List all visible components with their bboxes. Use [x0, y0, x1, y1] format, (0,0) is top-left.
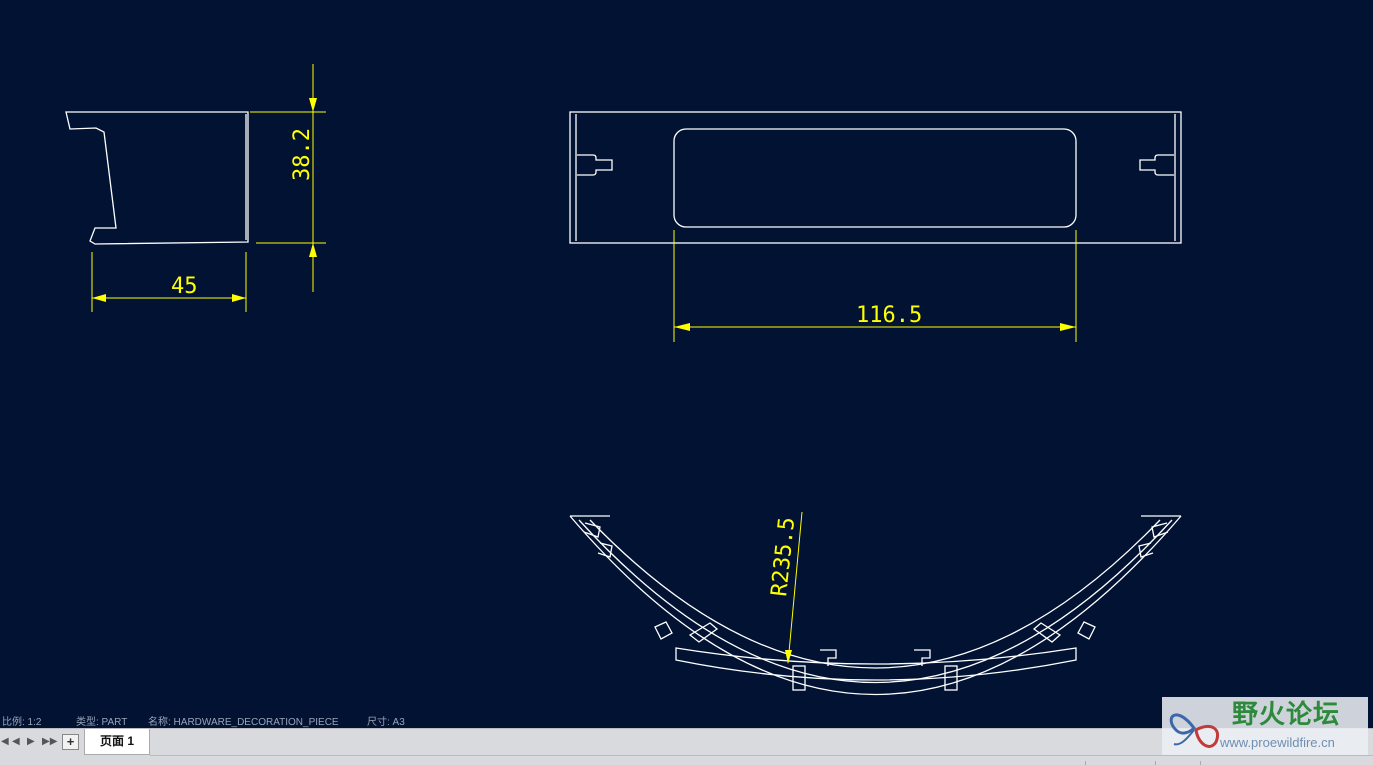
dim-length-label: 116.5: [856, 303, 922, 328]
drawing-canvas[interactable]: 38.2 45 116.5 R235.5: [0, 0, 1373, 730]
first-page-icon[interactable]: ◀: [1, 736, 9, 747]
tab-page-1[interactable]: 页面 1: [84, 729, 150, 755]
status-divider: [1155, 761, 1156, 765]
status-divider: [1085, 761, 1086, 765]
status-divider: [1200, 761, 1201, 765]
name-text: 名称: HARDWARE_DECORATION_PIECE: [148, 717, 339, 728]
last-page-icon[interactable]: ▶▶: [42, 736, 57, 747]
side-view: 38.2 45: [65, 64, 326, 312]
prev-page-icon[interactable]: ◀: [12, 736, 20, 747]
dim-width-label: 45: [171, 274, 198, 299]
front-view: 116.5: [569, 111, 1182, 342]
dim-height-label: 38.2: [290, 128, 315, 181]
type-text: 类型: PART: [76, 717, 128, 728]
watermark-url: www.proewildfire.cn: [1220, 735, 1335, 750]
scale-text: 比例: 1:2: [2, 717, 42, 728]
next-page-icon[interactable]: ▶: [27, 736, 35, 747]
top-view: R235.5: [569, 511, 1182, 695]
watermark-title: 野火论坛: [1232, 700, 1341, 730]
butterfly-logo-icon: [1169, 713, 1219, 748]
watermark: 野火论坛 www.proewildfire.cn: [1162, 697, 1368, 755]
add-page-button[interactable]: +: [62, 734, 79, 750]
size-text: 尺寸: A3: [367, 717, 405, 728]
